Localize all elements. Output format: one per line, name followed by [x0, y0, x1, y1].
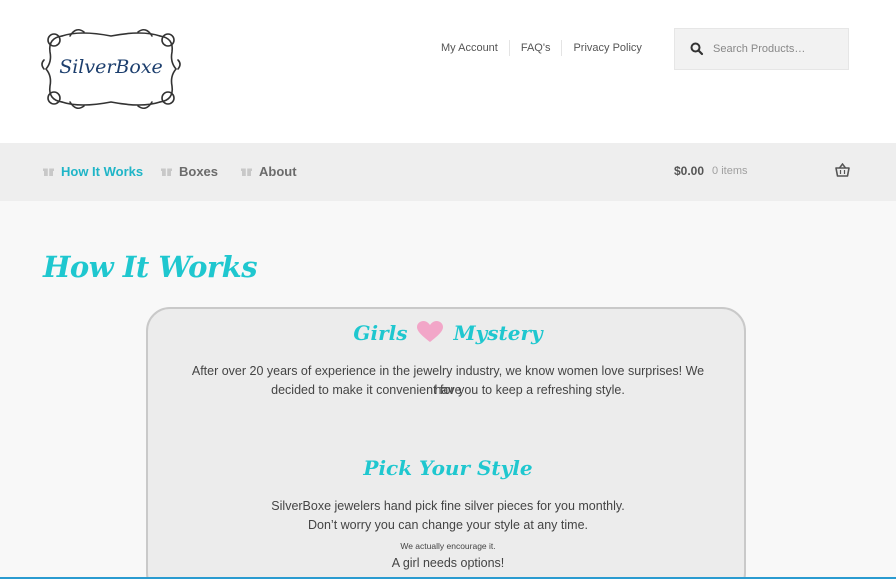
faqs-link[interactable]: FAQ's — [508, 40, 562, 56]
secondary-nav: My Account FAQ's Privacy Policy — [430, 40, 653, 56]
primary-navbar: How It Works Boxes About $0.00 0 items — [0, 143, 896, 201]
nav-item-label: About — [259, 164, 297, 179]
section-title-pick-your-style: Pick Your Style — [363, 456, 533, 480]
section-title-right: Mystery — [453, 321, 543, 345]
nav-item-label: Boxes — [179, 164, 219, 179]
privacy-policy-link[interactable]: Privacy Policy — [561, 40, 652, 56]
nav-item-boxes[interactable]: Boxes — [161, 164, 218, 179]
heart-icon — [417, 321, 444, 342]
search-icon[interactable] — [689, 41, 705, 57]
section-text-line: SilverBoxe jewelers hand pick fine silve… — [271, 499, 625, 513]
section-text-line: decided to make it convenient for you to… — [271, 383, 625, 397]
nav-item-label: How It Works — [61, 164, 144, 179]
section-title-left: Girls — [353, 321, 408, 345]
gift-icon — [241, 168, 252, 176]
gift-icon — [43, 168, 54, 176]
info-card: Girls Mystery After over 20 years of exp… — [146, 307, 746, 579]
search-input[interactable] — [713, 29, 845, 69]
section-title-girls-mystery: Girls Mystery — [148, 321, 748, 345]
cart-link[interactable]: $0.00 0 items — [674, 164, 748, 178]
section-small-note: We actually encourage it. — [400, 541, 496, 551]
search-box — [674, 28, 849, 70]
cart-total: $0.00 — [674, 164, 705, 178]
logo-text: SilverBoxe — [59, 56, 163, 78]
section-text-line: A girl needs options! — [391, 556, 505, 570]
basket-icon[interactable] — [835, 163, 850, 177]
site-header: SilverBoxe My Account FAQ's Privacy Poli… — [0, 0, 896, 143]
gift-icon — [161, 168, 172, 176]
site-logo[interactable]: SilverBoxe — [40, 26, 182, 112]
nav-item-about[interactable]: About — [241, 164, 297, 179]
cart-count: 0 items — [712, 165, 748, 177]
section-text-line: Don’t worry you can change your style at… — [308, 518, 588, 532]
nav-item-how-it-works[interactable]: How It Works — [43, 164, 143, 179]
page-title: How It Works — [43, 250, 258, 284]
my-account-link[interactable]: My Account — [430, 40, 509, 56]
